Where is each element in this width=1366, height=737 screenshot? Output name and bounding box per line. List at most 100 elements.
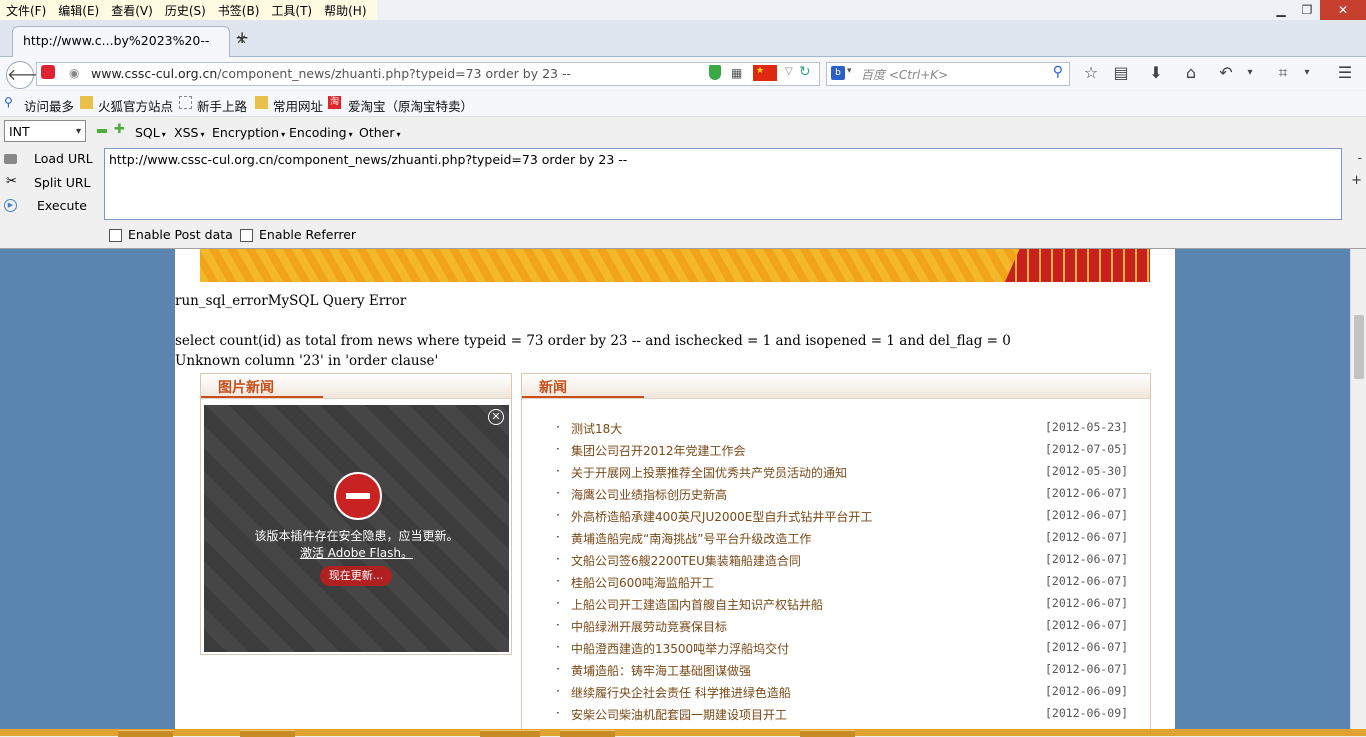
menu-item[interactable]: 工具(T) (265, 0, 318, 20)
flash-plugin-placeholder[interactable]: ✕ 该版本插件存在安全隐患，应当更新。 激活 Adobe Flash。 现在更新… (204, 405, 509, 652)
globe-icon: ◉ (69, 66, 80, 80)
downloads-icon[interactable]: ⬇ (1145, 62, 1167, 84)
undo-icon[interactable]: ↶ (1215, 62, 1237, 84)
reload-icon[interactable]: ↻ (799, 64, 811, 80)
menu-item[interactable]: 查看(V) (105, 0, 159, 20)
load-url-label: Load URL (34, 151, 93, 166)
news-item-title[interactable]: 上船公司开工建造国内首艘自主知识产权钻井船 (571, 596, 823, 613)
search-placeholder: 百度 <Ctrl+K> (861, 68, 949, 82)
url-textarea[interactable]: http://www.cssc-cul.org.cn/component_new… (104, 148, 1342, 220)
news-item-title[interactable]: 海鹰公司业绩指标创历史新高 (571, 486, 727, 503)
bookmark-taobao[interactable]: 爱淘宝（原淘宝特卖） (348, 96, 473, 115)
home-icon[interactable]: ⌂ (1180, 62, 1202, 84)
crop-dropdown-icon[interactable]: ▾ (1300, 62, 1314, 84)
news-item-title[interactable]: 桂船公司600吨海监船开工 (571, 574, 714, 591)
activate-flash-link[interactable]: 激活 Adobe Flash。 (204, 544, 509, 561)
baidu-icon[interactable]: b (831, 66, 845, 80)
news-item-title[interactable]: 黄埔造船：铸牢海工基础图谋做强 (571, 662, 751, 679)
update-now-button[interactable]: 现在更新... (320, 566, 392, 586)
news-item-date: [2012-06-07] (1045, 486, 1129, 500)
new-tab-icon[interactable]: + (235, 28, 249, 48)
news-item-title[interactable]: 中船绿洲开展劳动竞赛保目标 (571, 618, 727, 635)
menu-encryption[interactable]: Encryption (212, 125, 285, 140)
china-flag-icon[interactable]: ★ (753, 65, 777, 81)
news-item-title[interactable]: 文船公司签6艘2200TEU集装箱船建造合同 (571, 552, 801, 569)
page-scrollbar[interactable] (1350, 249, 1366, 729)
bookmark-firefox-site[interactable]: 火狐官方站点 (98, 96, 173, 115)
scissors-icon: ✂ (6, 174, 17, 189)
menu-item[interactable]: 历史(S) (159, 0, 212, 20)
news-item: · 黄埔造船：铸牢海工基础图谋做强 [2012-06-07] (522, 660, 1150, 682)
bullet-icon: · (556, 464, 560, 478)
type-select[interactable]: INT ▾ (4, 120, 86, 142)
minimize-icon[interactable]: ▁ (1268, 0, 1294, 20)
folder-icon (255, 96, 268, 109)
search-bar[interactable]: b ▾ 百度 <Ctrl+K> ⚲ (826, 62, 1070, 86)
sql-error-title: run_sql_errorMySQL Query Error (175, 293, 407, 309)
news-item-title[interactable]: 黄埔造船完成“南海挑战”号平台升级改造工作 (571, 530, 811, 547)
engine-dropdown-icon[interactable]: ▾ (847, 66, 852, 76)
shrink-icon[interactable]: - (1358, 151, 1362, 165)
news-item: · 中船绿洲开展劳动竞赛保目标 [2012-06-07] (522, 616, 1150, 638)
news-item-title[interactable]: 外高桥造船承建400英尺JU2000E型自升式钻井平台开工 (571, 508, 872, 525)
header-underline (522, 396, 644, 398)
picture-news-title: 图片新闻 (218, 380, 274, 396)
bullet-icon: · (556, 706, 560, 720)
enable-referrer-checkbox[interactable] (240, 229, 253, 242)
enable-post-checkbox[interactable] (109, 229, 122, 242)
news-item-title[interactable]: 关于开展网上投票推荐全国优秀共产党员活动的通知 (571, 464, 847, 481)
news-item: · 中船澄西建造的13500吨举力浮船坞交付 [2012-06-07] (522, 638, 1150, 660)
menu-item[interactable]: 文件(F) (0, 0, 52, 20)
menu-item[interactable]: 编辑(E) (52, 0, 105, 20)
bookmark-star-icon[interactable]: ☆ (1080, 62, 1102, 84)
news-item-title[interactable]: 继续履行央企社会责任 科学推进绿色造船 (571, 684, 791, 701)
news-item-title[interactable]: 中船澄西建造的13500吨举力浮船坞交付 (571, 640, 789, 657)
decrement-icon[interactable] (97, 129, 107, 133)
news-item-date: [2012-06-09] (1045, 684, 1129, 698)
news-item-title[interactable]: 测试18大 (571, 420, 622, 437)
site-identity-icon[interactable] (41, 65, 55, 79)
url-dropdown-icon[interactable]: ▽ (785, 66, 793, 77)
folder-icon (80, 96, 93, 109)
menu-item[interactable]: 书签(B) (212, 0, 266, 20)
bookmark-most-visited[interactable]: 访问最多 (24, 96, 74, 115)
news-item-date: [2012-06-09] (1045, 706, 1129, 720)
news-item-title[interactable]: 安柴公司柴油机配套园一期建设项目开工 (571, 706, 787, 723)
url-path: /component_news/zhuanti.php?typeid=73 or… (217, 66, 571, 81)
shield-icon[interactable] (709, 65, 721, 80)
news-item-title[interactable]: 集团公司召开2012年党建工作会 (571, 442, 746, 459)
search-icon[interactable]: ⚲ (1053, 64, 1063, 80)
menu-encoding[interactable]: Encoding (289, 125, 353, 140)
bookmark-getting-started[interactable]: 新手上路 (197, 96, 247, 115)
news-item-date: [2012-06-07] (1045, 618, 1129, 632)
taobao-icon: 淘 (328, 96, 341, 109)
menu-sql[interactable]: SQL (135, 125, 166, 140)
news-title: 新闻 (539, 380, 567, 396)
menu-item[interactable]: 帮助(H) (318, 0, 372, 20)
close-window-icon[interactable]: ✕ (1320, 0, 1366, 20)
back-button[interactable]: 🡐 (6, 61, 50, 89)
news-item: · 黄埔造船完成“南海挑战”号平台升级改造工作 [2012-06-07] (522, 528, 1150, 550)
news-item-date: [2012-06-07] (1045, 552, 1129, 566)
menu-xss[interactable]: XSS (174, 125, 204, 140)
scrollbar-thumb[interactable] (1354, 315, 1364, 379)
undo-dropdown-icon[interactable]: ▾ (1243, 62, 1257, 84)
reading-list-icon[interactable]: ▤ (1110, 62, 1132, 84)
bookmark-common-sites[interactable]: 常用网址 (273, 96, 323, 115)
url-bar[interactable]: ◉ www.cssc-cul.org.cn/component_news/zhu… (36, 62, 820, 86)
news-item-date: [2012-06-07] (1045, 596, 1129, 610)
tab-title: http://www.c...by%2023%20-- (23, 33, 210, 48)
url-host: www.cssc-cul.org.cn (91, 66, 218, 81)
screenshot-crop-icon[interactable]: ⌗ (1272, 62, 1294, 84)
menu-other[interactable]: Other (359, 125, 401, 140)
restore-icon[interactable]: ❐ (1294, 0, 1320, 20)
close-icon[interactable]: ✕ (488, 409, 504, 425)
qr-code-icon[interactable]: ▦ (731, 66, 742, 80)
news-item-date: [2012-05-30] (1045, 464, 1129, 478)
increment-icon[interactable]: ✚ (114, 122, 125, 137)
news-item: · 桂船公司600吨海监船开工 [2012-06-07] (522, 572, 1150, 594)
expand-icon[interactable]: + (1351, 173, 1362, 188)
hamburger-menu-icon[interactable]: ☰ (1334, 62, 1356, 84)
tab-active[interactable]: http://www.c...by%2023%20-- ✕ (12, 26, 247, 57)
picture-news-panel: 图片新闻 ✕ 该版本插件存在安全隐患，应当更新。 激活 Adobe Flash。… (200, 373, 512, 655)
